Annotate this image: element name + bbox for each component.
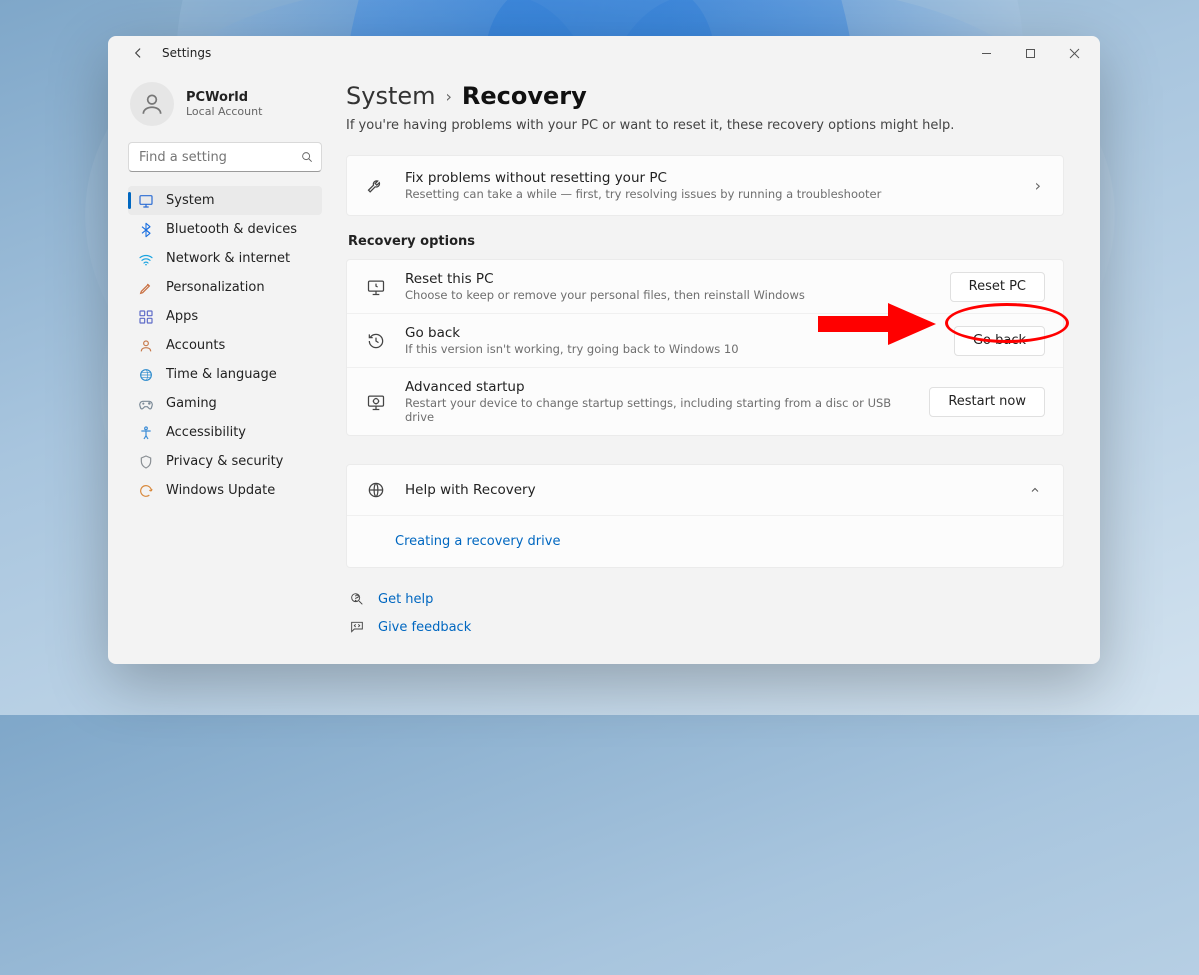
network-icon [138,251,154,267]
apps-icon [138,309,154,325]
help-link-row: Creating a recovery drive [347,515,1063,567]
feedback-link[interactable]: Give feedback [348,618,1064,636]
back-button[interactable] [124,39,152,67]
sidebar-item-personalization[interactable]: Personalization [128,273,322,302]
sidebar-item-label: Accessibility [166,425,246,440]
gaming-icon [138,396,154,412]
advanced-startup-icon [365,391,387,413]
go-back-button[interactable]: Go back [954,326,1045,356]
sidebar-item-privacy[interactable]: Privacy & security [128,447,322,476]
option-title: Reset this PC [405,271,932,287]
help-header[interactable]: Help with Recovery [347,465,1063,515]
sidebar-item-label: Gaming [166,396,217,411]
help-title: Help with Recovery [405,482,536,498]
chevron-right-icon: › [446,87,452,106]
sidebar-item-update[interactable]: Windows Update [128,476,322,505]
accessibility-icon [138,425,154,441]
troubleshoot-card[interactable]: Fix problems without resetting your PC R… [346,155,1064,216]
get-help-link[interactable]: Get help [348,590,1064,608]
sidebar: PCWorld Local Account System Bluetooth &… [108,70,332,664]
restart-now-button[interactable]: Restart now [929,387,1045,417]
sidebar-item-label: Windows Update [166,483,275,498]
sidebar-item-label: Network & internet [166,251,290,266]
sidebar-item-label: Accounts [166,338,225,353]
recovery-option-go-back: Go back If this version isn't working, t… [347,314,1063,368]
avatar [130,82,174,126]
main-content: System › Recovery If you're having probl… [332,70,1100,664]
troubleshoot-sub: Resetting can take a while — first, try … [405,187,1013,201]
sidebar-nav: System Bluetooth & devices Network & int… [128,186,322,505]
back-arrow-icon [131,46,145,60]
history-icon [365,330,387,352]
account-block[interactable]: PCWorld Local Account [130,82,322,126]
recovery-options-list: Reset this PC Choose to keep or remove y… [346,259,1064,436]
sidebar-item-gaming[interactable]: Gaming [128,389,322,418]
window-title: Settings [162,46,211,60]
recovery-option-reset: Reset this PC Choose to keep or remove y… [347,260,1063,314]
search-icon [300,150,314,164]
sidebar-item-label: Time & language [166,367,277,382]
account-name: PCWorld [186,90,262,105]
settings-window: Settings PCWorld Local Account [108,36,1100,664]
privacy-icon [138,454,154,470]
sidebar-item-label: System [166,193,214,208]
reset-pc-button[interactable]: Reset PC [950,272,1045,302]
option-sub: Restart your device to change startup se… [405,396,911,424]
option-title: Go back [405,325,936,341]
section-heading: Recovery options [348,234,1064,249]
bluetooth-icon [138,222,154,238]
help-icon [348,590,366,608]
accounts-icon [138,338,154,354]
sidebar-item-time[interactable]: Time & language [128,360,322,389]
account-type: Local Account [186,105,262,118]
time-icon [138,367,154,383]
titlebar: Settings [108,36,1100,70]
minimize-button[interactable] [964,38,1008,68]
search-field-wrap [128,142,322,172]
page-subtitle: If you're having problems with your PC o… [346,118,1064,133]
sidebar-item-accounts[interactable]: Accounts [128,331,322,360]
get-help-label: Get help [378,592,433,607]
sidebar-item-label: Personalization [166,280,265,295]
sidebar-item-label: Bluetooth & devices [166,222,297,237]
option-title: Advanced startup [405,379,911,395]
recovery-option-advanced: Advanced startup Restart your device to … [347,368,1063,435]
window-controls [964,38,1096,68]
system-icon [138,193,154,209]
sidebar-item-network[interactable]: Network & internet [128,244,322,273]
feedback-icon [348,618,366,636]
sidebar-item-accessibility[interactable]: Accessibility [128,418,322,447]
help-link[interactable]: Creating a recovery drive [395,534,560,549]
footer-links: Get help Give feedback [346,590,1064,636]
close-button[interactable] [1052,38,1096,68]
breadcrumb-root[interactable]: System [346,82,436,110]
globe-icon [365,479,387,501]
chevron-right-icon: › [1031,176,1045,195]
update-icon [138,483,154,499]
chevron-up-icon [1025,481,1045,500]
help-card: Help with Recovery Creating a recovery d… [346,464,1064,568]
personalization-icon [138,280,154,296]
sidebar-item-label: Privacy & security [166,454,283,469]
breadcrumb: System › Recovery [346,82,1064,110]
sidebar-item-label: Apps [166,309,198,324]
sidebar-item-apps[interactable]: Apps [128,302,322,331]
reset-pc-icon [365,276,387,298]
sidebar-item-system[interactable]: System [128,186,322,215]
wrench-icon [365,175,387,197]
breadcrumb-leaf: Recovery [462,82,587,110]
feedback-label: Give feedback [378,620,471,635]
maximize-button[interactable] [1008,38,1052,68]
sidebar-item-bluetooth[interactable]: Bluetooth & devices [128,215,322,244]
search-input[interactable] [128,142,322,172]
option-sub: Choose to keep or remove your personal f… [405,288,932,302]
troubleshoot-title: Fix problems without resetting your PC [405,170,1013,186]
option-sub: If this version isn't working, try going… [405,342,936,356]
user-icon [139,91,165,117]
